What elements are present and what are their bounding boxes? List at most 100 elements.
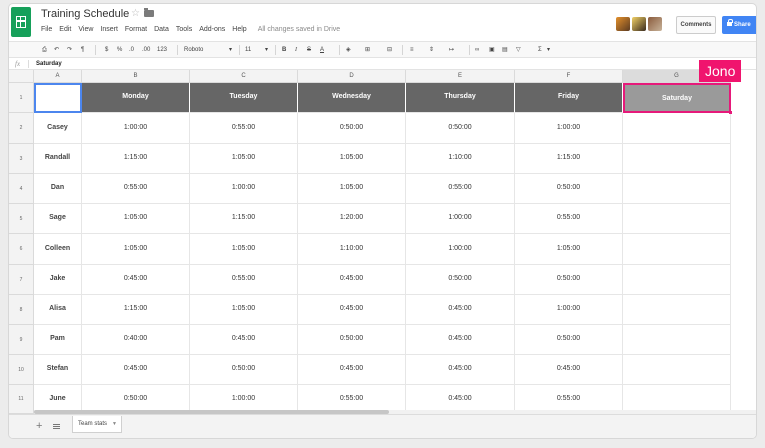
menu-insert[interactable]: Insert (100, 24, 118, 36)
time-cell[interactable]: 1:10:00 (298, 234, 406, 265)
fill-handle[interactable] (729, 111, 732, 114)
time-cell[interactable]: 1:00:00 (190, 174, 298, 204)
star-icon[interactable]: ☆ (131, 8, 140, 19)
name-cell[interactable]: Casey (34, 113, 82, 144)
time-cell[interactable]: 0:45:00 (406, 325, 515, 355)
number-format-dropdown[interactable]: 123 (157, 44, 167, 56)
column-header-a[interactable]: A (34, 70, 82, 83)
time-cell[interactable]: 0:50:00 (515, 265, 623, 295)
avatar[interactable] (632, 17, 646, 31)
link-icon[interactable]: ∞ (475, 44, 479, 56)
decimal-decrease-icon[interactable]: .0 (129, 44, 134, 56)
name-cell[interactable]: Alisa (34, 295, 82, 325)
bold-button[interactable]: B (282, 44, 286, 56)
undo-icon[interactable]: ↶ (54, 44, 59, 56)
name-cell[interactable]: Randall (34, 144, 82, 174)
functions-button[interactable]: Σ (538, 44, 542, 56)
merge-cells-icon[interactable]: ⊟ (387, 44, 392, 56)
time-cell[interactable] (623, 295, 731, 325)
column-header-b[interactable]: B (82, 70, 190, 83)
vertical-align-icon[interactable]: ⇕ (429, 44, 434, 56)
menu-addons[interactable]: Add-ons (199, 24, 225, 36)
time-cell[interactable]: 1:15:00 (82, 295, 190, 325)
time-cell[interactable]: 1:15:00 (515, 144, 623, 174)
chart-icon[interactable]: ▤ (502, 44, 508, 56)
time-cell[interactable] (623, 204, 731, 234)
cell-a1[interactable] (34, 83, 82, 113)
time-cell[interactable]: 1:15:00 (190, 204, 298, 234)
time-cell[interactable]: 0:45:00 (82, 355, 190, 385)
time-cell[interactable]: 1:05:00 (190, 144, 298, 174)
time-cell[interactable]: 1:05:00 (298, 144, 406, 174)
time-cell[interactable]: 1:00:00 (406, 204, 515, 234)
time-cell[interactable] (623, 144, 731, 174)
font-size-dropdown[interactable]: 11 (245, 44, 251, 56)
redo-icon[interactable]: ↷ (67, 44, 72, 56)
menu-tools[interactable]: Tools (176, 24, 192, 36)
time-cell[interactable] (623, 234, 731, 265)
comment-icon[interactable]: ▣ (489, 44, 495, 56)
column-header-f[interactable]: F (515, 70, 623, 83)
time-cell[interactable]: 0:50:00 (515, 325, 623, 355)
time-cell[interactable]: 1:05:00 (82, 204, 190, 234)
time-cell[interactable]: 1:00:00 (515, 113, 623, 144)
decimal-increase-icon[interactable]: .00 (142, 44, 150, 56)
sheets-logo-icon[interactable] (11, 7, 31, 37)
time-cell[interactable]: 1:00:00 (406, 234, 515, 265)
avatar[interactable] (648, 17, 662, 31)
menu-edit[interactable]: Edit (59, 24, 71, 36)
row-header-1[interactable]: 1 (9, 83, 34, 113)
row-header-10[interactable]: 10 (9, 355, 34, 385)
list-sheets-icon[interactable] (53, 424, 60, 429)
row-header-6[interactable]: 6 (9, 234, 34, 265)
time-cell[interactable]: 0:55:00 (190, 113, 298, 144)
text-wrap-icon[interactable]: ↦ (449, 44, 454, 56)
font-dropdown[interactable]: Roboto (184, 44, 203, 56)
percent-icon[interactable]: % (117, 44, 122, 56)
filter-icon[interactable]: ▽ (516, 44, 521, 56)
row-header-8[interactable]: 8 (9, 295, 34, 325)
strikethrough-button[interactable]: S (307, 44, 311, 56)
time-cell[interactable]: 1:10:00 (406, 144, 515, 174)
time-cell[interactable]: 0:45:00 (406, 355, 515, 385)
time-cell[interactable]: 1:15:00 (82, 144, 190, 174)
time-cell[interactable] (623, 265, 731, 295)
time-cell[interactable]: 0:50:00 (298, 325, 406, 355)
time-cell[interactable]: 0:45:00 (298, 355, 406, 385)
header-cell[interactable]: Saturday (623, 83, 731, 113)
currency-icon[interactable]: $ (105, 44, 108, 56)
avatar[interactable] (616, 17, 630, 31)
menu-data[interactable]: Data (154, 24, 169, 36)
time-cell[interactable]: 0:50:00 (406, 113, 515, 144)
time-cell[interactable]: 0:40:00 (82, 325, 190, 355)
time-cell[interactable] (623, 325, 731, 355)
print-icon[interactable]: ⎙ (42, 44, 47, 56)
menu-file[interactable]: File (41, 24, 52, 36)
time-cell[interactable]: 0:55:00 (515, 204, 623, 234)
folder-icon[interactable] (144, 8, 154, 17)
time-cell[interactable]: 1:05:00 (190, 295, 298, 325)
time-cell[interactable]: 0:50:00 (515, 174, 623, 204)
row-header-5[interactable]: 5 (9, 204, 34, 234)
chevron-down-icon[interactable]: ▼ (112, 416, 117, 432)
time-cell[interactable]: 0:45:00 (406, 295, 515, 325)
header-cell[interactable]: Thursday (406, 83, 515, 113)
menu-help[interactable]: Help (232, 24, 246, 36)
chevron-down-icon[interactable]: ▾ (265, 44, 268, 56)
time-cell[interactable] (623, 355, 731, 385)
paint-format-icon[interactable]: ¶ (81, 44, 84, 56)
time-cell[interactable]: 0:45:00 (298, 295, 406, 325)
chevron-down-icon[interactable]: ▾ (229, 44, 232, 56)
name-cell[interactable]: Pam (34, 325, 82, 355)
chevron-down-icon[interactable]: ▾ (547, 44, 550, 56)
time-cell[interactable]: 1:20:00 (298, 204, 406, 234)
header-cell[interactable]: Wednesday (298, 83, 406, 113)
menu-format[interactable]: Format (125, 24, 147, 36)
formula-input[interactable]: Saturday (36, 58, 62, 70)
name-cell[interactable]: Sage (34, 204, 82, 234)
time-cell[interactable]: 0:50:00 (298, 113, 406, 144)
time-cell[interactable]: 0:55:00 (82, 174, 190, 204)
row-header-9[interactable]: 9 (9, 325, 34, 355)
column-header-c[interactable]: C (190, 70, 298, 83)
header-cell[interactable]: Tuesday (190, 83, 298, 113)
